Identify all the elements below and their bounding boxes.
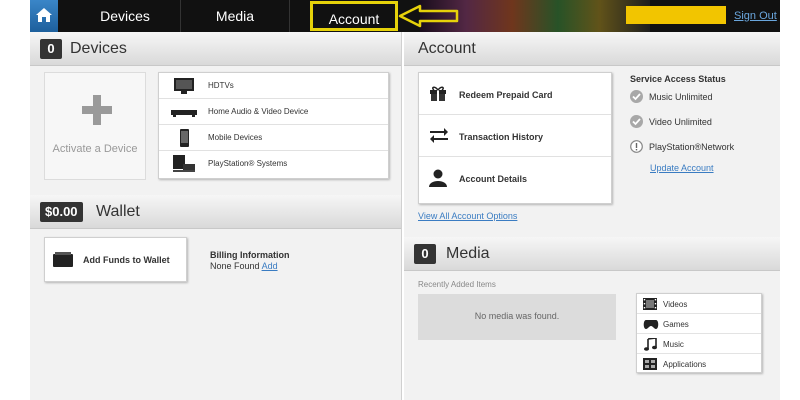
account-details-label: Account Details [459,174,528,184]
add-funds-label: Add Funds to Wallet [83,255,170,265]
right-column: Account Redeem Prepaid Card Transaction … [404,32,780,400]
device-type-label: Home Audio & Video Device [208,107,309,116]
redeem-prepaid-card-button[interactable]: Redeem Prepaid Card [419,73,611,115]
username-redacted [626,6,726,24]
wallet-title: Wallet [96,203,140,220]
left-column: 0 Devices Activate a Device HDTVs Home A… [30,32,402,400]
home-icon [36,8,52,22]
music-note-icon [644,338,657,351]
service-status-label: Music Unlimited [649,92,713,102]
service-status-label: PlayStation®Network [649,142,735,152]
alert-circle-icon [630,140,643,153]
page: Devices Media Account Sign Out 0 Devices… [0,0,800,400]
gift-icon [430,86,446,101]
no-media-message: No media was found. [474,311,560,321]
device-type-home-audio-video[interactable]: Home Audio & Video Device [159,99,388,125]
activate-device-label: Activate a Device [52,143,138,155]
home-button[interactable] [30,0,58,32]
sign-out-link[interactable]: Sign Out [734,0,777,32]
media-category-applications[interactable]: Applications [637,354,761,374]
nav-tab-account[interactable]: Account [310,1,398,31]
billing-status: None Found [210,261,260,271]
plus-icon [82,95,112,125]
billing-information: Billing Information None Found Add [210,250,290,272]
device-type-hdtv[interactable]: HDTVs [159,73,388,99]
media-category-games[interactable]: Games [637,314,761,334]
media-category-label: Applications [663,360,707,369]
media-count-badge: 0 [414,244,436,264]
media-title: Media [446,245,490,262]
wallet-icon [53,252,73,267]
device-type-label: HDTVs [208,81,234,90]
highlight-arrow-icon [398,4,459,28]
devices-title: Devices [70,40,127,57]
gamepad-icon [643,320,659,329]
swap-arrows-icon [430,128,448,143]
add-billing-link[interactable]: Add [262,261,278,271]
applications-icon [643,358,657,370]
media-category-label: Music [663,340,684,349]
device-type-label: PlayStation® Systems [208,159,288,168]
devices-count-badge: 0 [40,39,62,59]
device-type-list: HDTVs Home Audio & Video Device Mobile D… [158,72,389,179]
billing-title: Billing Information [210,250,290,260]
account-header: Account [404,32,780,66]
media-category-list: Videos Games Music Applications [636,293,762,373]
service-access-status: Service Access Status Music Unlimited Vi… [630,74,770,173]
activate-device-button[interactable]: Activate a Device [44,72,146,180]
media-category-label: Videos [663,300,688,309]
check-circle-icon [630,90,643,103]
device-type-label: Mobile Devices [208,133,263,142]
check-circle-icon [630,115,643,128]
top-navigation-bar: Devices Media Account Sign Out [30,0,780,32]
update-account-link[interactable]: Update Account [650,163,714,173]
view-all-account-options-link[interactable]: View All Account Options [418,211,517,221]
service-status-label: Video Unlimited [649,117,712,127]
media-header: 0 Media [404,237,780,271]
av-receiver-icon [171,110,197,117]
media-category-label: Games [663,320,689,329]
playstation-icon [173,155,195,172]
recently-added-label: Recently Added Items [418,280,496,289]
media-category-videos[interactable]: Videos [637,294,761,314]
mobile-device-icon [180,129,189,147]
recent-media-empty-area: No media was found. [418,294,616,340]
wallet-header: $0.00 Wallet [30,195,401,229]
nav-tab-devices[interactable]: Devices [70,0,180,32]
device-type-mobile[interactable]: Mobile Devices [159,125,388,151]
person-icon [429,169,447,187]
nav-tab-media[interactable]: Media [180,0,290,32]
transaction-history-label: Transaction History [459,132,544,142]
service-status-title: Service Access Status [630,74,726,84]
tv-icon [174,78,194,94]
device-type-playstation[interactable]: PlayStation® Systems [159,151,388,177]
film-icon [643,298,657,310]
account-details-button[interactable]: Account Details [419,157,611,199]
add-funds-button[interactable]: Add Funds to Wallet [44,237,187,282]
media-category-music[interactable]: Music [637,334,761,354]
account-options-list: Redeem Prepaid Card Transaction History … [418,72,612,204]
redeem-prepaid-card-label: Redeem Prepaid Card [459,90,553,100]
wallet-balance-badge: $0.00 [40,202,83,222]
devices-header: 0 Devices [30,32,401,66]
transaction-history-button[interactable]: Transaction History [419,115,611,157]
account-title: Account [418,40,476,57]
